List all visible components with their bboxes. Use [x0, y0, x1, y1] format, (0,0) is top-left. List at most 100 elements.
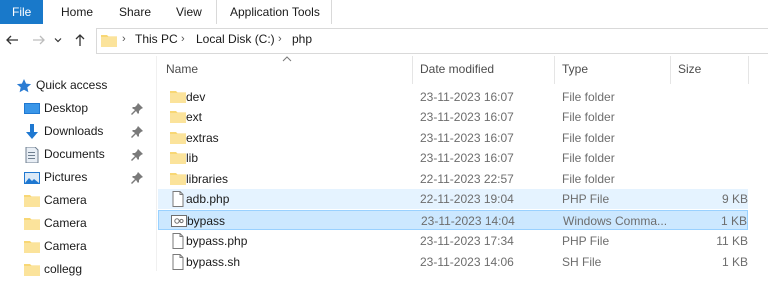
desktop-icon: [24, 103, 40, 114]
file-date: 22-11-2023 19:04: [420, 192, 514, 206]
file-name: bypass: [187, 214, 226, 228]
list-item[interactable]: libraries 22-11-2023 22:57 File folder: [158, 169, 748, 189]
sidebar-item-label: Documents: [44, 147, 105, 161]
sidebar-item-quick-access[interactable]: Quick access: [0, 75, 150, 97]
file-type: File folder: [562, 131, 615, 145]
pictures-icon: [24, 172, 40, 184]
folder-icon: [101, 35, 117, 47]
sidebar-item-documents[interactable]: Documents: [0, 144, 150, 166]
file-name: extras: [186, 131, 219, 145]
breadcrumb-this-pc[interactable]: This PC: [135, 32, 178, 46]
file-icon: [172, 254, 184, 270]
column-date-modified[interactable]: Date modified: [420, 62, 494, 76]
sidebar-item-label: Desktop: [44, 101, 89, 115]
sidebar-item-label: Downloads: [44, 124, 104, 138]
documents-icon: [25, 147, 39, 163]
tab-application-tools[interactable]: Application Tools: [218, 0, 332, 24]
sort-ascending-icon: [282, 56, 292, 62]
file-size: 1 KB: [721, 255, 748, 269]
file-name: dev: [186, 90, 206, 104]
sidebar-item-camera[interactable]: Camera: [0, 236, 150, 258]
file-date: 23-11-2023 16:07: [420, 110, 514, 124]
sidebar-item-desktop[interactable]: Desktop: [0, 98, 150, 120]
folder-icon: [170, 111, 186, 123]
file-date: 23-11-2023 17:34: [420, 234, 514, 248]
pin-icon: [131, 126, 143, 138]
folder-icon: [24, 241, 40, 253]
file-name: bypass.sh: [186, 255, 241, 269]
up-button[interactable]: [72, 32, 88, 48]
file-icon: [172, 191, 184, 207]
pane-divider: [156, 56, 157, 271]
tab-share[interactable]: Share: [107, 0, 163, 24]
column-divider[interactable]: [412, 56, 413, 84]
column-divider[interactable]: [554, 56, 555, 84]
forward-arrow-icon: [33, 35, 45, 45]
sidebar-item-label: Quick access: [36, 78, 108, 92]
list-item[interactable]: ext 23-11-2023 16:07 File folder: [158, 107, 748, 127]
file-type: File folder: [562, 151, 615, 165]
file-type: PHP File: [562, 234, 610, 248]
breadcrumb-separator: ›: [122, 33, 126, 45]
column-divider[interactable]: [748, 56, 749, 84]
column-size[interactable]: Size: [678, 62, 701, 76]
sidebar-item-label: collegg: [44, 262, 83, 276]
sidebar-item-pictures[interactable]: Pictures: [0, 167, 150, 189]
file-size: 11 KB: [716, 234, 748, 248]
column-divider[interactable]: [670, 56, 671, 84]
column-header: Name Date modified Type Size: [158, 56, 768, 84]
folder-icon: [24, 195, 40, 207]
sidebar-item-label: Camera: [44, 239, 87, 253]
forward-button[interactable]: [31, 32, 47, 48]
sidebar-item-camera[interactable]: Camera: [0, 190, 150, 212]
file-name: adb.php: [186, 192, 230, 206]
file-type: File folder: [562, 110, 615, 124]
file-type: File folder: [562, 90, 615, 104]
file-date: 23-11-2023 16:07: [420, 131, 514, 145]
batch-file-icon: [171, 215, 187, 227]
breadcrumb-php[interactable]: php: [292, 32, 312, 46]
tab-home[interactable]: Home: [49, 0, 105, 24]
list-item[interactable]: bypass.php 23-11-2023 17:34 PHP File 11 …: [158, 231, 748, 251]
sidebar-item-label: Pictures: [44, 170, 88, 184]
file-name: libraries: [186, 172, 229, 186]
recent-locations-button[interactable]: [53, 32, 63, 48]
navigation-pane: Quick access Desktop Downloads Documents…: [0, 56, 150, 276]
file-type: File folder: [562, 172, 615, 186]
list-item[interactable]: bypass.sh 23-11-2023 14:06 SH File 1 KB: [158, 252, 748, 272]
column-type[interactable]: Type: [562, 62, 588, 76]
list-item[interactable]: dev 23-11-2023 16:07 File folder: [158, 87, 748, 107]
sidebar-item-label: Camera: [44, 193, 87, 207]
file-name: lib: [186, 151, 199, 165]
ribbon: File Home Share View Application Tools: [0, 0, 768, 25]
sidebar-item-downloads[interactable]: Downloads: [0, 121, 150, 143]
ribbon-divider: [331, 0, 332, 24]
folder-icon: [24, 264, 40, 276]
breadcrumb-local-disk[interactable]: Local Disk (C:): [196, 32, 275, 46]
file-date: 23-11-2023 14:04: [421, 214, 515, 228]
star-icon: [16, 79, 32, 93]
tab-file[interactable]: File: [0, 0, 43, 24]
file-size: 9 KB: [721, 192, 748, 206]
column-name[interactable]: Name: [166, 62, 198, 76]
file-icon: [172, 233, 184, 249]
list-item[interactable]: adb.php 22-11-2023 19:04 PHP File 9 KB: [158, 189, 748, 209]
back-button[interactable]: [4, 32, 20, 48]
folder-icon: [170, 173, 186, 185]
breadcrumb-separator: ›: [181, 33, 185, 45]
sidebar-item-camera[interactable]: Camera: [0, 213, 150, 235]
folder-icon: [170, 132, 186, 144]
breadcrumb-separator: ›: [278, 33, 282, 45]
address-bar[interactable]: › This PC › Local Disk (C:) › php: [96, 28, 768, 54]
list-item[interactable]: lib 23-11-2023 16:07 File folder: [158, 148, 748, 168]
pin-icon: [131, 172, 143, 184]
file-type: PHP File: [562, 192, 610, 206]
back-arrow-icon: [6, 35, 18, 45]
list-item[interactable]: bypass 23-11-2023 14:04 Windows Comma...…: [158, 210, 748, 230]
sidebar-item-collegg[interactable]: collegg: [0, 259, 150, 281]
tab-view[interactable]: View: [164, 0, 214, 24]
list-item[interactable]: extras 23-11-2023 16:07 File folder: [158, 128, 748, 148]
file-type: SH File: [562, 255, 602, 269]
folder-icon: [170, 152, 186, 164]
file-name: ext: [186, 110, 203, 124]
